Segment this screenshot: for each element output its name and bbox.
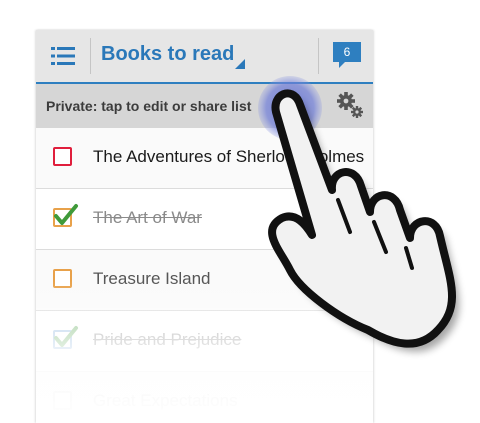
list-item[interactable]: Great Expectations: [36, 372, 373, 423]
item-label: The Art of War: [93, 208, 202, 227]
notifications-button[interactable]: 6: [319, 30, 373, 82]
list-menu-icon: [51, 47, 75, 65]
list-title: Books to read: [101, 43, 235, 65]
item-label: The Adventures of Sherlock Holmes: [93, 147, 365, 166]
menu-button[interactable]: [36, 30, 90, 82]
settings-button[interactable]: [332, 88, 368, 124]
notification-badge: 6: [333, 42, 361, 62]
top-app-bar: Books to read 6: [36, 30, 373, 84]
item-label: Pride and Prejudice: [93, 330, 242, 349]
dropdown-caret-icon: [235, 59, 245, 69]
book-list: The Adventures of Sherlock Holmes The Ar…: [36, 128, 373, 423]
list-item[interactable]: The Adventures of Sherlock Holmes: [36, 128, 373, 189]
app-screen: Books to read 6 Private: tap to edit or …: [36, 30, 373, 423]
item-label: Treasure Island: [93, 269, 211, 288]
checkbox[interactable]: [53, 147, 72, 166]
checkbox[interactable]: [53, 204, 78, 227]
privacy-status-text: Private: tap to edit or share list: [46, 98, 252, 114]
item-label: Great Expectations: [93, 391, 238, 410]
checkmark-icon: [54, 204, 78, 225]
checkmark-icon: [54, 326, 78, 347]
list-selector-dropdown[interactable]: Books to read: [91, 30, 316, 82]
list-item[interactable]: Treasure Island: [36, 250, 373, 311]
speech-bubble-icon: [339, 61, 346, 68]
gear-icon: [337, 92, 363, 118]
list-item[interactable]: Pride and Prejudice: [36, 311, 373, 372]
checkbox[interactable]: [53, 326, 78, 349]
list-info-bar[interactable]: Private: tap to edit or share list: [36, 84, 373, 128]
list-item[interactable]: The Art of War: [36, 189, 373, 250]
checkbox[interactable]: [53, 269, 72, 288]
checkbox[interactable]: [53, 391, 72, 410]
